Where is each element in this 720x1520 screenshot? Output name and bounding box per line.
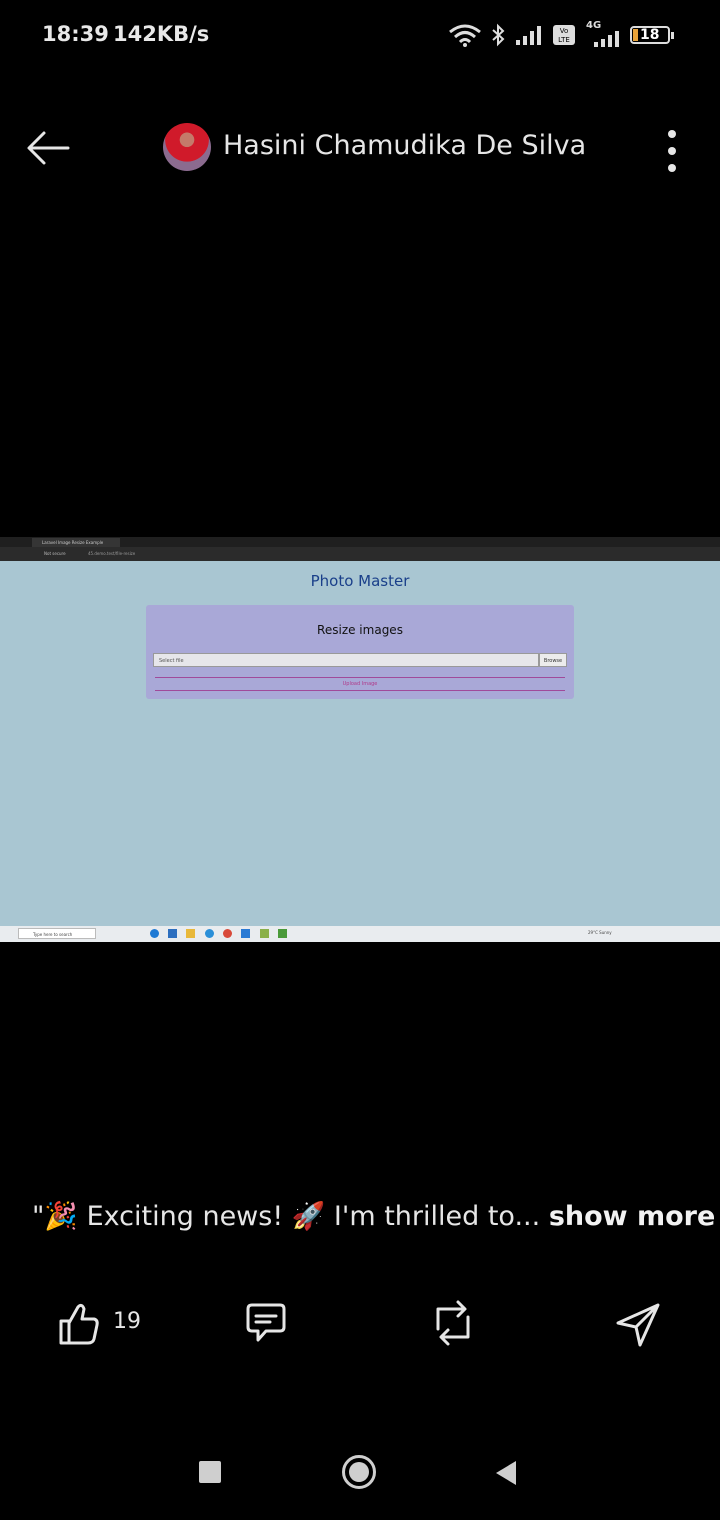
post-image[interactable]: Laravel Image Resize Example Not secure … bbox=[0, 537, 720, 942]
volte-icon: Vo LTE bbox=[553, 25, 575, 45]
send-icon bbox=[616, 1303, 660, 1347]
status-icons: Vo LTE 4G 18 bbox=[448, 20, 674, 50]
more-options-button[interactable] bbox=[660, 124, 684, 174]
profile-name[interactable]: Hasini Chamudika De Silva bbox=[223, 130, 586, 161]
edge-icon bbox=[150, 929, 159, 938]
post-header: Hasini Chamudika De Silva bbox=[0, 110, 720, 186]
address-url: 45.demo.test/file-resize bbox=[88, 551, 136, 556]
signal-icon bbox=[516, 26, 541, 45]
browser-tabstrip: Laravel Image Resize Example bbox=[0, 537, 720, 547]
show-more-link[interactable]: show more bbox=[549, 1201, 716, 1232]
address-security: Not secure bbox=[44, 551, 66, 556]
browser-address-bar: Not secure 45.demo.test/file-resize bbox=[0, 547, 720, 561]
android-nav-bar bbox=[0, 1440, 720, 1504]
app-icon bbox=[205, 929, 214, 938]
vscode-icon bbox=[241, 929, 250, 938]
battery-level: 18 bbox=[640, 27, 660, 43]
like-button[interactable] bbox=[56, 1295, 100, 1355]
status-bar: 18:39 142KB/s Vo LTE 4G 18 bbox=[0, 0, 720, 70]
bluetooth-icon bbox=[492, 23, 505, 47]
card-title: Resize images bbox=[317, 623, 403, 637]
resize-card: Resize images Select file Browse Upload … bbox=[146, 605, 574, 699]
avatar[interactable] bbox=[163, 123, 211, 171]
upload-button: Upload Image bbox=[155, 677, 565, 691]
like-count: 19 bbox=[113, 1309, 141, 1334]
home-button[interactable] bbox=[342, 1455, 376, 1489]
post-caption: "🎉 Exciting news! 🚀 I'm thrilled to... s… bbox=[32, 1200, 715, 1232]
thumbs-up-icon bbox=[59, 1303, 99, 1345]
app-icon bbox=[278, 929, 287, 938]
back-button[interactable] bbox=[24, 128, 72, 168]
repost-icon bbox=[436, 1300, 470, 1346]
app-icon bbox=[260, 929, 269, 938]
comment-icon bbox=[246, 1303, 286, 1342]
svg-text:Vo: Vo bbox=[560, 27, 569, 35]
comment-button[interactable] bbox=[242, 1295, 290, 1355]
taskbar-weather: 29°C Sunny bbox=[588, 930, 612, 935]
folder-icon bbox=[186, 929, 195, 938]
file-input: Select file bbox=[153, 653, 539, 667]
back-nav-button[interactable] bbox=[494, 1459, 518, 1487]
page-title: Photo Master bbox=[310, 572, 410, 590]
arrow-left-icon bbox=[27, 131, 70, 165]
more-vert-icon bbox=[668, 130, 676, 138]
caption-text: "🎉 Exciting news! 🚀 I'm thrilled to... bbox=[32, 1201, 541, 1232]
mail-icon bbox=[168, 929, 177, 938]
browser-tab: Laravel Image Resize Example bbox=[32, 538, 120, 547]
wifi-icon bbox=[449, 24, 481, 47]
action-bar: 19 bbox=[0, 1295, 720, 1355]
windows-taskbar: Type here to search 29°C Sunny bbox=[0, 926, 720, 942]
signal-4g-icon: 4G bbox=[584, 20, 622, 48]
recents-button[interactable] bbox=[199, 1461, 221, 1483]
taskbar-search: Type here to search bbox=[18, 928, 96, 939]
battery-icon: 18 bbox=[630, 26, 674, 44]
status-time: 18:39 bbox=[42, 22, 109, 46]
send-button[interactable] bbox=[614, 1295, 662, 1355]
svg-text:LTE: LTE bbox=[558, 36, 570, 44]
browse-button: Browse bbox=[539, 653, 567, 667]
network-speed: 142KB/s bbox=[113, 22, 210, 46]
chrome-icon bbox=[223, 929, 232, 938]
repost-button[interactable] bbox=[430, 1295, 476, 1355]
